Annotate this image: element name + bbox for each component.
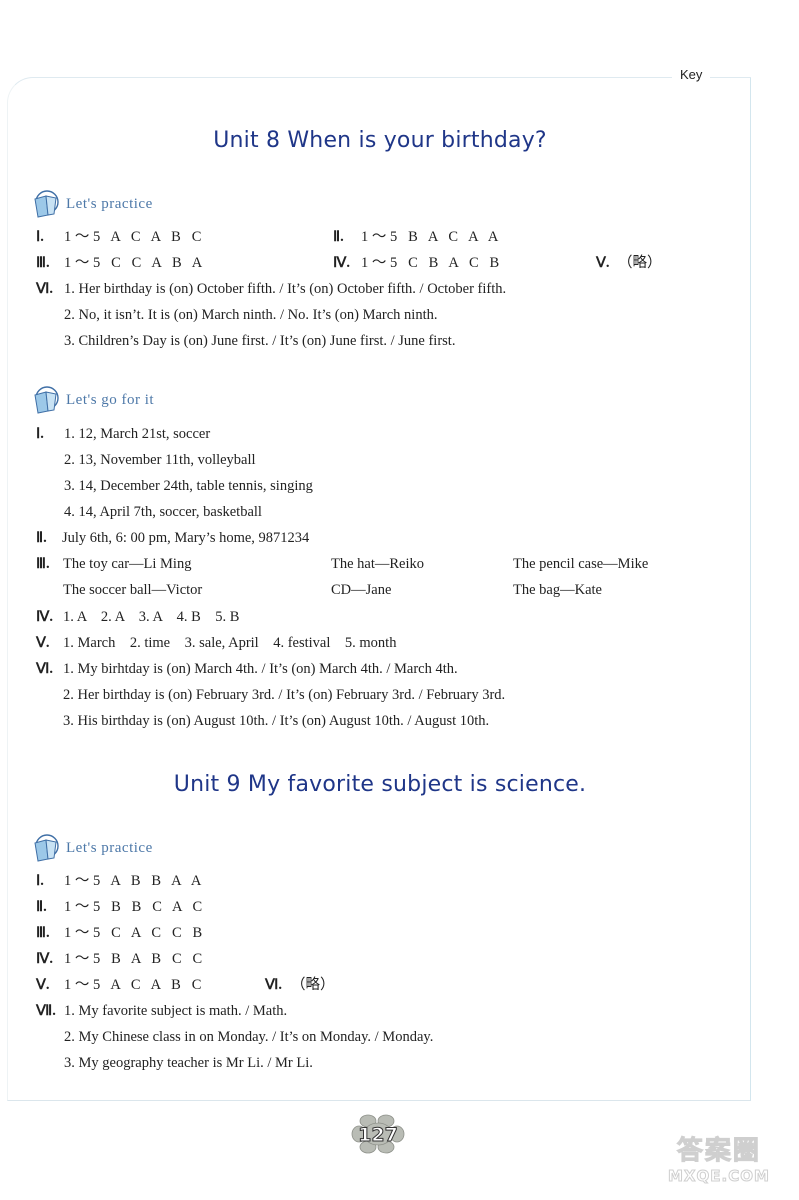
answer-row: Ⅲ. The toy car—Li Ming (36, 555, 191, 573)
unit8-title: Unit 8 When is your birthday? (213, 128, 547, 153)
answer-row: Ⅴ. 1. March 2. time 3. sale, April 4. fes… (36, 634, 396, 652)
answer-row: Ⅲ. 1 ～ 5 C A C C B (36, 924, 202, 942)
question-number: Ⅴ. (596, 255, 610, 271)
answer-text: 1 ～ 5 A B B A A (64, 873, 202, 889)
answer-row: Ⅰ. 1 ～ 5 A B B A A (36, 872, 201, 890)
section-heading-label: Let's practice (66, 839, 153, 856)
unit8-go-for-it-heading: Let's go for it (32, 384, 154, 416)
answer-text: 1 ～ 5 C A C C B (64, 925, 203, 941)
answer-text: 1 ～ 5 A C A B C (64, 977, 202, 993)
answer-text: The pencil case—Mike (513, 556, 649, 572)
answer-text: The hat—Reiko (331, 556, 425, 572)
answer-text: 2. Her birthday is (on) February 3rd. / … (63, 687, 506, 703)
answer-text: （略） (291, 977, 335, 993)
answer-text: 2. My Chinese class in on Monday. / It’s… (64, 1029, 434, 1045)
question-number: Ⅱ. (333, 229, 344, 245)
question-number: Ⅲ. (36, 925, 50, 941)
book-icon (32, 385, 60, 415)
question-number: Ⅲ. (36, 255, 50, 271)
answer-row: Ⅵ. 1. Her birthday is (on) October fifth.… (36, 280, 506, 298)
question-number: Ⅵ. (36, 281, 53, 297)
question-number: Ⅴ. (36, 635, 50, 651)
answer-text: 1 ～ 5 B A C A A (361, 229, 499, 245)
section-heading-label: Let's go for it (66, 391, 155, 408)
section-heading-label: Let's practice (66, 195, 153, 212)
question-number: Ⅰ. (36, 873, 44, 889)
page-number-badge: 127 (350, 1112, 406, 1156)
answer-row: Ⅴ. （略） (596, 254, 662, 272)
question-number: Ⅵ. (265, 977, 282, 993)
answer-row: Ⅳ. 1 ～ 5 B A B C C (36, 950, 202, 968)
question-number: Ⅴ. (36, 977, 50, 993)
answer-text: 1. Her birthday is (on) October fifth. /… (64, 281, 507, 297)
answer-row: Ⅳ. 1 ～ 5 C B A C B (333, 254, 499, 272)
answer-text: The toy car—Li Ming (63, 556, 192, 572)
question-number: Ⅵ. (36, 661, 53, 677)
answer-text: 1. March 2. time 3. sale, April 4. festi… (63, 635, 397, 651)
answer-text: 1. A 2. A 3. A 4. B 5. B (63, 609, 240, 625)
answer-row: Ⅵ. 1. My birhtday is (on) March 4th. / It… (36, 660, 458, 678)
answer-row: Ⅱ. 1 ～ 5 B B C A C (36, 898, 202, 916)
answer-row: Ⅶ. 1. My favorite subject is math. / Math… (36, 1002, 287, 1020)
flower-badge-icon: 127 (351, 1114, 405, 1154)
answer-text: 3. 14, December 24th, table tennis, sing… (64, 478, 313, 494)
answer-text: 3. My geography teacher is Mr Li. / Mr L… (64, 1055, 313, 1071)
watermark-url: MXQE.COM (668, 1167, 770, 1186)
answer-row: Ⅱ. 1 ～ 5 B A C A A (333, 228, 498, 246)
answer-text: 1 ～ 5 B A B C C (64, 951, 203, 967)
unit8-practice-heading: Let's practice (32, 188, 153, 220)
watermark-logo-text: 答案圈 (676, 1136, 761, 1167)
question-number: Ⅰ. (36, 229, 44, 245)
answer-text: 1. My birhtday is (on) March 4th. / It’s… (63, 661, 458, 677)
answer-text: July 6th, 6: 00 pm, Mary’s home, 9871234 (62, 530, 310, 546)
answer-row: Ⅳ. 1. A 2. A 3. A 4. B 5. B (36, 608, 239, 626)
answer-text: 3. Children’s Day is (on) June first. / … (64, 333, 456, 349)
section-key-label: Key (672, 67, 711, 82)
answer-text: 1. 12, March 21st, soccer (64, 426, 211, 442)
watermark: 答案圈 MXQE.COM (668, 1130, 770, 1186)
answer-text: 1 ～ 5 A C A B C (64, 229, 202, 245)
answer-row: Ⅱ. July 6th, 6: 00 pm, Mary’s home, 98712… (36, 529, 309, 547)
question-number: Ⅰ. (36, 426, 44, 442)
answer-text: 1 ～ 5 C C A B A (64, 255, 203, 271)
question-number: Ⅳ. (333, 255, 351, 271)
answer-text: The bag—Kate (513, 582, 602, 598)
question-number: Ⅱ. (36, 899, 47, 915)
unit9-title: Unit 9 My favorite subject is science. (173, 772, 587, 797)
book-icon (32, 833, 60, 863)
answer-text: 4. 14, April 7th, soccer, basketball (64, 504, 262, 520)
answer-text: 1 ～ 5 B B C A C (64, 899, 203, 915)
answer-text: The soccer ball—Victor (63, 582, 203, 598)
answer-text: 2. No, it isn’t. It is (on) March ninth.… (64, 307, 438, 323)
question-number: Ⅳ. (36, 951, 54, 967)
answer-text: （略） (618, 255, 662, 271)
answer-text: 2. 13, November 11th, volleyball (64, 452, 256, 468)
question-number: Ⅳ. (36, 609, 54, 625)
answer-text: 1. My favorite subject is math. / Math. (64, 1003, 288, 1019)
answer-row: Ⅵ. （略） (265, 976, 335, 994)
question-number: Ⅲ. (36, 556, 50, 572)
answer-row: Ⅴ. 1 ～ 5 A C A B C (36, 976, 201, 994)
unit9-practice-heading: Let's practice (32, 832, 153, 864)
book-icon (32, 189, 60, 219)
page-number: 127 (358, 1124, 398, 1146)
answer-text: CD—Jane (331, 582, 392, 598)
answer-row: Ⅰ. 1. 12, March 21st, soccer (36, 425, 210, 443)
answer-text: 3. His birthday is (on) August 10th. / I… (63, 713, 490, 729)
answer-row: Ⅰ. 1 ～ 5 A C A B C (36, 228, 201, 246)
answer-text: 1 ～ 5 C B A C B (361, 255, 500, 271)
question-number: Ⅶ. (36, 1003, 56, 1019)
answer-row: Ⅲ. 1 ～ 5 C C A B A (36, 254, 202, 272)
question-number: Ⅱ. (36, 530, 47, 546)
